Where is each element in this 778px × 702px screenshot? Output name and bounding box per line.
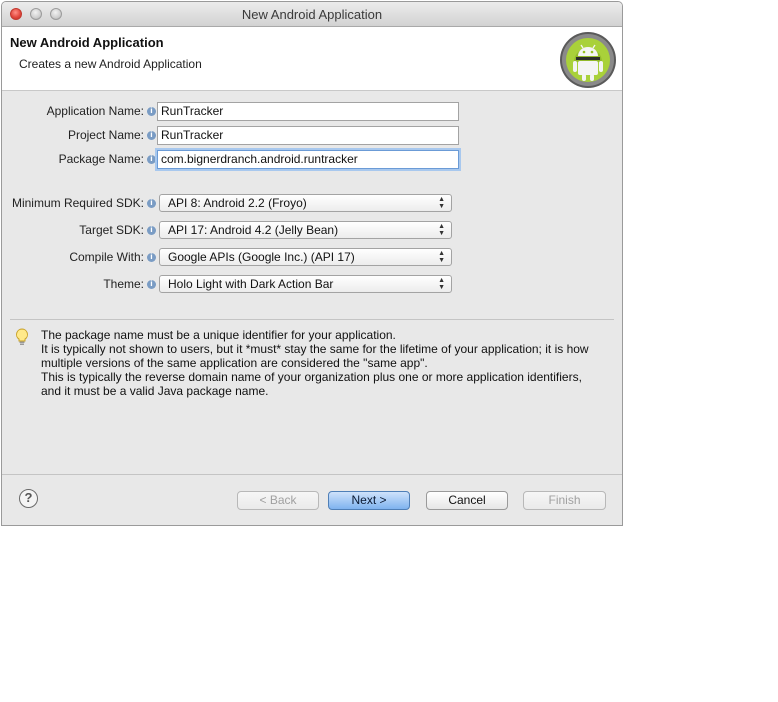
help-line: multiple versions of the same applicatio… xyxy=(41,356,428,370)
cancel-button[interactable]: Cancel xyxy=(426,491,508,510)
wizard-header: New Android Application Creates a new An… xyxy=(2,27,622,91)
footer-divider xyxy=(2,474,622,475)
target-sdk-label: Target SDK: xyxy=(79,223,144,237)
select-arrows-icon: ▲ ▼ xyxy=(438,196,445,210)
info-icon: i xyxy=(147,280,156,289)
theme-label: Theme: xyxy=(103,277,144,291)
target-sdk-value: API 17: Android 4.2 (Jelly Bean) xyxy=(168,223,339,237)
title-bar[interactable]: New Android Application xyxy=(2,2,622,27)
application-name-field[interactable]: RunTracker xyxy=(157,102,459,121)
project-name-label: Project Name: xyxy=(67,128,144,142)
lightbulb-icon xyxy=(16,328,28,345)
package-name-label: Package Name: xyxy=(58,152,144,166)
info-icon: i xyxy=(147,155,156,164)
help-question-icon[interactable]: ? xyxy=(19,489,38,508)
select-arrows-icon: ▲ ▼ xyxy=(438,223,445,237)
next-button[interactable]: Next > xyxy=(328,491,410,510)
android-logo-icon xyxy=(560,32,616,88)
application-name-label: Application Name: xyxy=(46,104,144,118)
minimum-sdk-value: API 8: Android 2.2 (Froyo) xyxy=(168,196,307,210)
theme-select[interactable]: Holo Light with Dark Action Bar ▲ ▼ xyxy=(159,275,452,293)
help-description: The package name must be a unique identi… xyxy=(41,328,611,398)
info-icon: i xyxy=(147,253,156,262)
compile-with-label: Compile With: xyxy=(69,250,144,264)
help-line: This is typically the reverse domain nam… xyxy=(41,370,582,384)
minimum-sdk-select[interactable]: API 8: Android 2.2 (Froyo) ▲ ▼ xyxy=(159,194,452,212)
help-line: It is typically not shown to users, but … xyxy=(41,342,589,356)
help-divider xyxy=(10,319,614,320)
info-icon: i xyxy=(147,226,156,235)
dialog-window: New Android Application New Android Appl… xyxy=(1,1,623,526)
minimum-sdk-label: Minimum Required SDK: xyxy=(11,196,144,210)
window-title: New Android Application xyxy=(241,7,383,22)
package-name-field[interactable]: com.bignerdranch.android.runtracker xyxy=(157,150,459,169)
info-icon: i xyxy=(147,107,156,116)
help-line: and it must be a valid Java package name… xyxy=(41,384,269,398)
target-sdk-select[interactable]: API 17: Android 4.2 (Jelly Bean) ▲ ▼ xyxy=(159,221,452,239)
wizard-title: New Android Application xyxy=(10,35,164,50)
project-name-field[interactable]: RunTracker xyxy=(157,126,459,145)
compile-with-value: Google APIs (Google Inc.) (API 17) xyxy=(168,250,355,264)
wizard-subtitle: Creates a new Android Application xyxy=(19,57,202,71)
help-line: The package name must be a unique identi… xyxy=(41,328,396,342)
select-arrows-icon: ▲ ▼ xyxy=(438,277,445,291)
info-icon: i xyxy=(147,131,156,140)
compile-with-select[interactable]: Google APIs (Google Inc.) (API 17) ▲ ▼ xyxy=(159,248,452,266)
finish-button[interactable]: Finish xyxy=(523,491,606,510)
info-icon: i xyxy=(147,199,156,208)
back-button[interactable]: < Back xyxy=(237,491,319,510)
select-arrows-icon: ▲ ▼ xyxy=(438,250,445,264)
theme-value: Holo Light with Dark Action Bar xyxy=(168,277,334,291)
